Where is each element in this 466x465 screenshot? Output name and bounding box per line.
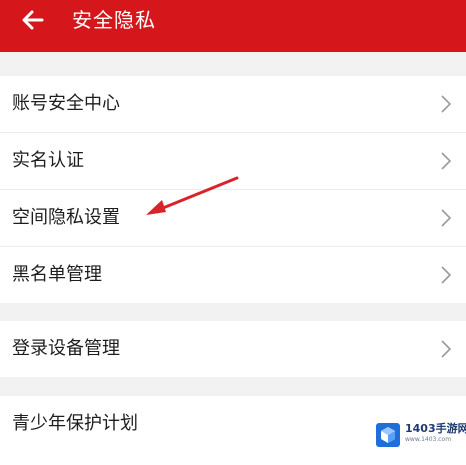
menu-item-login-device-management[interactable]: 登录设备管理 xyxy=(0,321,466,377)
settings-group-devices: 登录设备管理 xyxy=(0,321,466,377)
menu-item-real-name-verification[interactable]: 实名认证 xyxy=(0,133,466,189)
chevron-right-icon xyxy=(436,265,456,285)
menu-item-label: 账号安全中心 xyxy=(12,93,120,114)
chevron-right-icon xyxy=(436,151,456,171)
menu-item-label: 空间隐私设置 xyxy=(12,207,120,228)
arrow-left-icon xyxy=(22,10,44,30)
menu-item-account-security-center[interactable]: 账号安全中心 xyxy=(0,76,466,132)
menu-item-blacklist-management[interactable]: 黑名单管理 xyxy=(0,247,466,303)
watermark-logo: 1403手游网 www.1403.com xyxy=(371,420,466,450)
watermark-subtext: www.1403.com xyxy=(405,436,452,443)
menu-item-label: 实名认证 xyxy=(12,150,84,171)
chevron-right-icon xyxy=(436,339,456,359)
top-app-bar: 安全隐私 xyxy=(0,0,466,52)
menu-item-space-privacy-settings[interactable]: 空间隐私设置 xyxy=(0,190,466,246)
cube-logo-icon xyxy=(376,423,400,447)
chevron-right-icon xyxy=(436,94,456,114)
page-title: 安全隐私 xyxy=(72,8,156,32)
menu-item-label: 登录设备管理 xyxy=(12,338,120,359)
watermark-text: 1403手游网 xyxy=(405,422,466,435)
back-button[interactable] xyxy=(18,6,48,34)
menu-item-label: 青少年保护计划 xyxy=(12,413,138,434)
menu-item-label: 黑名单管理 xyxy=(12,264,102,285)
settings-group-account: 账号安全中心 实名认证 空间隐私设置 黑名单管理 xyxy=(0,76,466,303)
chevron-right-icon xyxy=(436,208,456,228)
